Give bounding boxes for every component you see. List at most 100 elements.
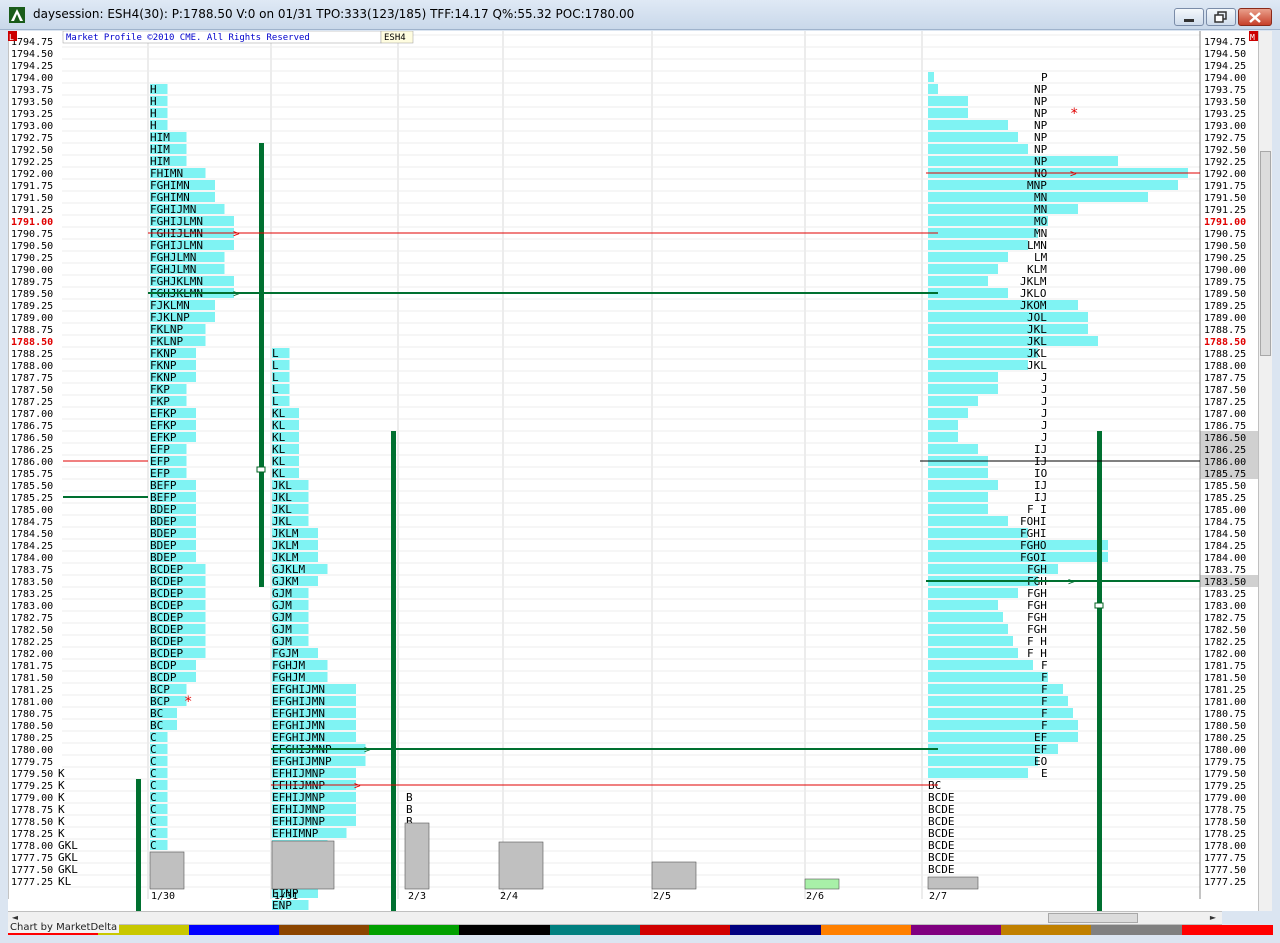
price-label-right: 1787.00: [1204, 409, 1246, 420]
price-label-right: 1790.25: [1204, 253, 1246, 264]
price-label-right: 1789.50: [1204, 289, 1246, 300]
day7-profile-bar: [928, 552, 1108, 562]
price-label-right: 1778.50: [1204, 817, 1246, 828]
price-label-right: 1784.00: [1204, 553, 1246, 564]
market-profile-chart[interactable]: 1794.75 1794.75 1794.50 1794.50 1794.25 1794.…: [8, 31, 1272, 911]
day7-profile-bar: [928, 492, 988, 502]
price-label-left: 1791.00: [11, 217, 53, 228]
price-label-right: 1779.50: [1204, 769, 1246, 780]
price-label-left: 1780.25: [11, 733, 53, 744]
day7-profile-bar: [928, 588, 1018, 598]
day7-profile-bar: [928, 624, 1008, 634]
price-label-right: 1788.50: [1204, 337, 1246, 348]
day7-profile-bar: [928, 516, 1008, 526]
day7-profile-bar: [928, 528, 1028, 538]
horizontal-scrollbar[interactable]: ◄ ►: [8, 911, 1222, 925]
arrow-marker: >: [1068, 575, 1075, 588]
price-label-left: 1780.00: [11, 745, 53, 756]
price-label-left: 1788.00: [11, 361, 53, 372]
price-label-right: 1781.75: [1204, 661, 1246, 672]
price-label-left: 1787.50: [11, 385, 53, 396]
arrow-marker: >: [354, 779, 361, 792]
day7-profile-bar: [928, 264, 998, 274]
day7-profile-bar: [928, 672, 1048, 682]
corner-marker-left-label: L: [9, 33, 14, 42]
price-label-left: 1779.25: [11, 781, 53, 792]
price-label-right: 1792.50: [1204, 145, 1246, 156]
day7-profile-bar: [928, 96, 968, 106]
day7-profile-bar: [928, 468, 988, 478]
price-label-right: 1788.00: [1204, 361, 1246, 372]
minimize-button[interactable]: [1174, 8, 1204, 26]
price-label-left: 1777.25: [11, 877, 53, 888]
price-label-left: 1787.00: [11, 409, 53, 420]
price-label-right: 1793.00: [1204, 121, 1246, 132]
price-label-left: 1792.25: [11, 157, 53, 168]
day7-profile-bar: [928, 108, 968, 118]
value-area-marker: [1094, 602, 1104, 609]
color-swatch: [549, 925, 641, 935]
price-label-left: 1788.25: [11, 349, 53, 360]
price-label-left: 1789.25: [11, 301, 53, 312]
restore-button[interactable]: [1206, 8, 1236, 26]
price-label-left: 1786.00: [11, 457, 53, 468]
price-label-left: 1779.00: [11, 793, 53, 804]
price-label-right: 1794.25: [1204, 61, 1246, 72]
price-label-right: 1783.00: [1204, 601, 1246, 612]
price-label-left: 1790.50: [11, 241, 53, 252]
day7-profile-bar: [928, 72, 934, 82]
price-label-left: 1790.75: [11, 229, 53, 240]
price-label-right: 1786.75: [1204, 421, 1246, 432]
day7-profile-bar: [928, 360, 1028, 370]
price-label-right: 1789.25: [1204, 301, 1246, 312]
price-label-right: 1782.50: [1204, 625, 1246, 636]
price-label-right: 1791.25: [1204, 205, 1246, 216]
day7-profile-bar: [928, 600, 998, 610]
volume-bar: [927, 876, 979, 890]
price-label-right: 1788.75: [1204, 325, 1246, 336]
day7-right-letters: E: [1041, 767, 1048, 780]
day7-profile-bar: [928, 636, 1013, 646]
price-label-left: 1792.50: [11, 145, 53, 156]
day7-profile-bar: [928, 132, 1018, 142]
day7-profile-bar: [928, 120, 1008, 130]
volume-bar: [404, 822, 430, 890]
horizontal-scroll-thumb[interactable]: [1048, 913, 1138, 923]
price-label-left: 1784.25: [11, 541, 53, 552]
day7-profile-bar: [928, 336, 1098, 346]
chart-canvas[interactable]: 1794.75 1794.751794.50 1794.501794.25 1794.…: [8, 31, 1258, 911]
chart-credit: Chart by MarketDelta: [8, 922, 120, 933]
day7-profile-bar: [928, 288, 1008, 298]
price-label-right: 1792.00: [1204, 169, 1246, 180]
vertical-scroll-thumb[interactable]: [1260, 151, 1271, 356]
price-label-right: 1780.00: [1204, 745, 1246, 756]
day7-profile-bar: [928, 204, 1078, 214]
close-button[interactable]: [1238, 8, 1272, 26]
window-titlebar: daysession: ESH4(30): P:1788.50 V:0 on 0…: [0, 0, 1280, 30]
price-label-left: 1794.50: [11, 49, 53, 60]
day7-profile-bar: [928, 444, 978, 454]
price-label-right: 1785.50: [1204, 481, 1246, 492]
price-label-left: 1779.75: [11, 757, 53, 768]
copyright-label: Market Profile ©2010 CME. All Rights Res…: [66, 33, 310, 43]
value-area-marker: [256, 466, 266, 473]
minimize-icon: [1184, 19, 1194, 22]
price-label-left: 1778.00: [11, 841, 53, 852]
price-label-right: 1792.75: [1204, 133, 1246, 144]
price-label-right: 1783.50: [1204, 577, 1246, 588]
scroll-right-icon[interactable]: ►: [1206, 912, 1220, 924]
vertical-scrollbar[interactable]: [1258, 31, 1272, 911]
price-label-left: 1793.00: [11, 121, 53, 132]
price-label-left: 1780.75: [11, 709, 53, 720]
price-label-left: 1787.25: [11, 397, 53, 408]
day7-profile-bar: [928, 660, 1033, 670]
price-label-left: 1793.25: [11, 109, 53, 120]
price-label-left: 1784.50: [11, 529, 53, 540]
day7-profile-bar: [928, 408, 968, 418]
price-label-left: 1790.25: [11, 253, 53, 264]
price-label-right: 1783.25: [1204, 589, 1246, 600]
price-label-right: 1791.00: [1204, 217, 1246, 228]
price-label-left: 1790.00: [11, 265, 53, 276]
date-label: 2/3: [408, 891, 426, 902]
price-label-left: 1785.50: [11, 481, 53, 492]
